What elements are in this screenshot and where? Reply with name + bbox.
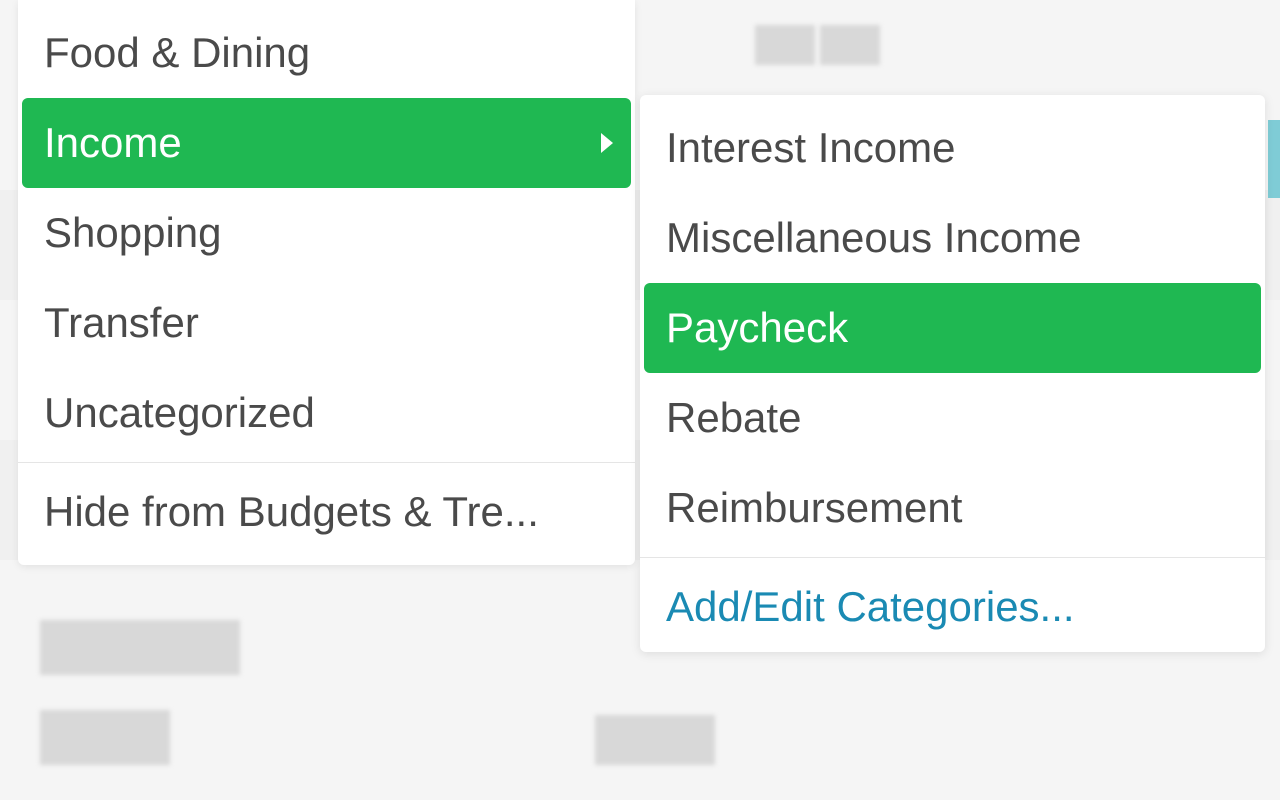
link-label: Add/Edit Categories... [666, 583, 1075, 631]
category-label: Hide from Budgets & Tre... [44, 488, 539, 536]
menu-divider [18, 462, 635, 463]
blurred-content [40, 710, 170, 765]
subcategory-label: Interest Income [666, 124, 955, 172]
category-label: Food & Dining [44, 29, 310, 77]
blurred-content [820, 25, 880, 65]
category-label: Transfer [44, 299, 199, 347]
subcategory-item-miscellaneous-income[interactable]: Miscellaneous Income [640, 193, 1265, 283]
category-item-food-dining[interactable]: Food & Dining [18, 8, 635, 98]
category-label: Income [44, 119, 182, 167]
submenu-arrow-icon [601, 133, 613, 153]
add-edit-categories-link[interactable]: Add/Edit Categories... [640, 562, 1265, 652]
subcategory-label: Rebate [666, 394, 801, 442]
category-item-hide-from-budgets[interactable]: Hide from Budgets & Tre... [18, 467, 635, 557]
subcategory-item-interest-income[interactable]: Interest Income [640, 103, 1265, 193]
subcategory-item-paycheck[interactable]: Paycheck [644, 283, 1261, 373]
category-item-shopping[interactable]: Shopping [18, 188, 635, 278]
blurred-content [755, 25, 815, 65]
category-menu-primary: Food & Dining Income Shopping Transfer U… [18, 0, 635, 565]
category-item-uncategorized[interactable]: Uncategorized [18, 368, 635, 458]
category-item-income[interactable]: Income [22, 98, 631, 188]
blurred-content [595, 715, 715, 765]
subcategory-label: Reimbursement [666, 484, 962, 532]
scrollbar-hint [1268, 120, 1280, 198]
subcategory-label: Paycheck [666, 304, 848, 352]
blurred-content [40, 620, 240, 675]
category-item-transfer[interactable]: Transfer [18, 278, 635, 368]
subcategory-item-rebate[interactable]: Rebate [640, 373, 1265, 463]
subcategory-item-reimbursement[interactable]: Reimbursement [640, 463, 1265, 553]
category-label: Shopping [44, 209, 222, 257]
menu-divider [640, 557, 1265, 558]
category-menu-secondary: Interest Income Miscellaneous Income Pay… [640, 95, 1265, 652]
category-label: Uncategorized [44, 389, 315, 437]
subcategory-label: Miscellaneous Income [666, 214, 1082, 262]
